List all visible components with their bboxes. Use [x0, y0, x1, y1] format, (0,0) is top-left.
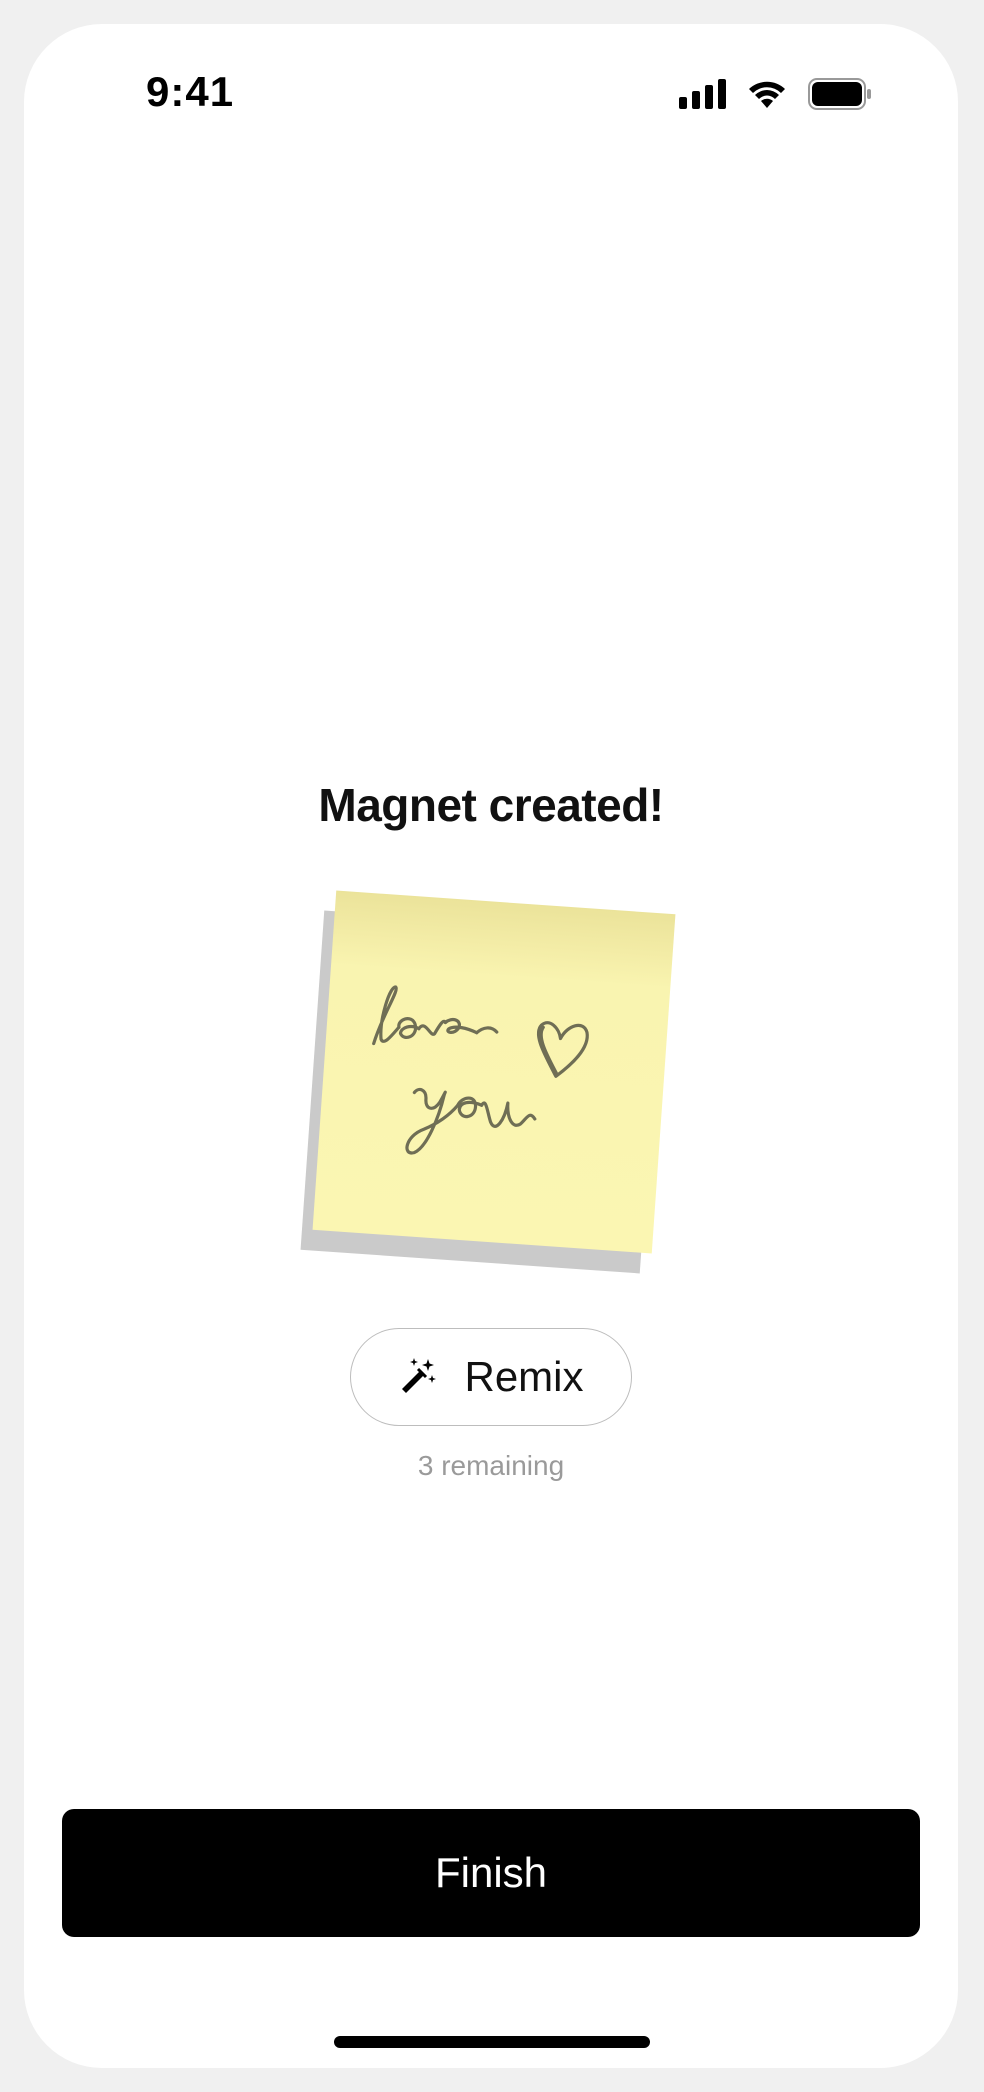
sticky-note	[312, 890, 676, 1254]
remix-remaining-count: 3 remaining	[417, 1450, 565, 1481]
status-time: 9:41	[146, 68, 235, 115]
cellular-signal-icon	[679, 79, 726, 109]
device-frame: 9:41 Magnet created! Remix 3 remaining F…	[0, 0, 984, 2092]
home-indicator[interactable]	[334, 2036, 650, 2048]
battery-icon	[808, 78, 872, 110]
finish-label: Finish	[434, 1849, 548, 1896]
finish-button[interactable]: Finish	[62, 1809, 920, 1937]
remix-button[interactable]: Remix	[350, 1328, 632, 1426]
handwriting-love-you	[372, 985, 589, 1155]
magnet-preview	[290, 890, 690, 1292]
page-title: Magnet created!	[318, 779, 664, 831]
status-icons	[679, 78, 872, 110]
remix-label: Remix	[464, 1353, 584, 1400]
magic-wand-icon	[398, 1355, 438, 1400]
screen: 9:41 Magnet created! Remix 3 remaining F…	[24, 24, 958, 2068]
wifi-icon	[746, 79, 788, 109]
